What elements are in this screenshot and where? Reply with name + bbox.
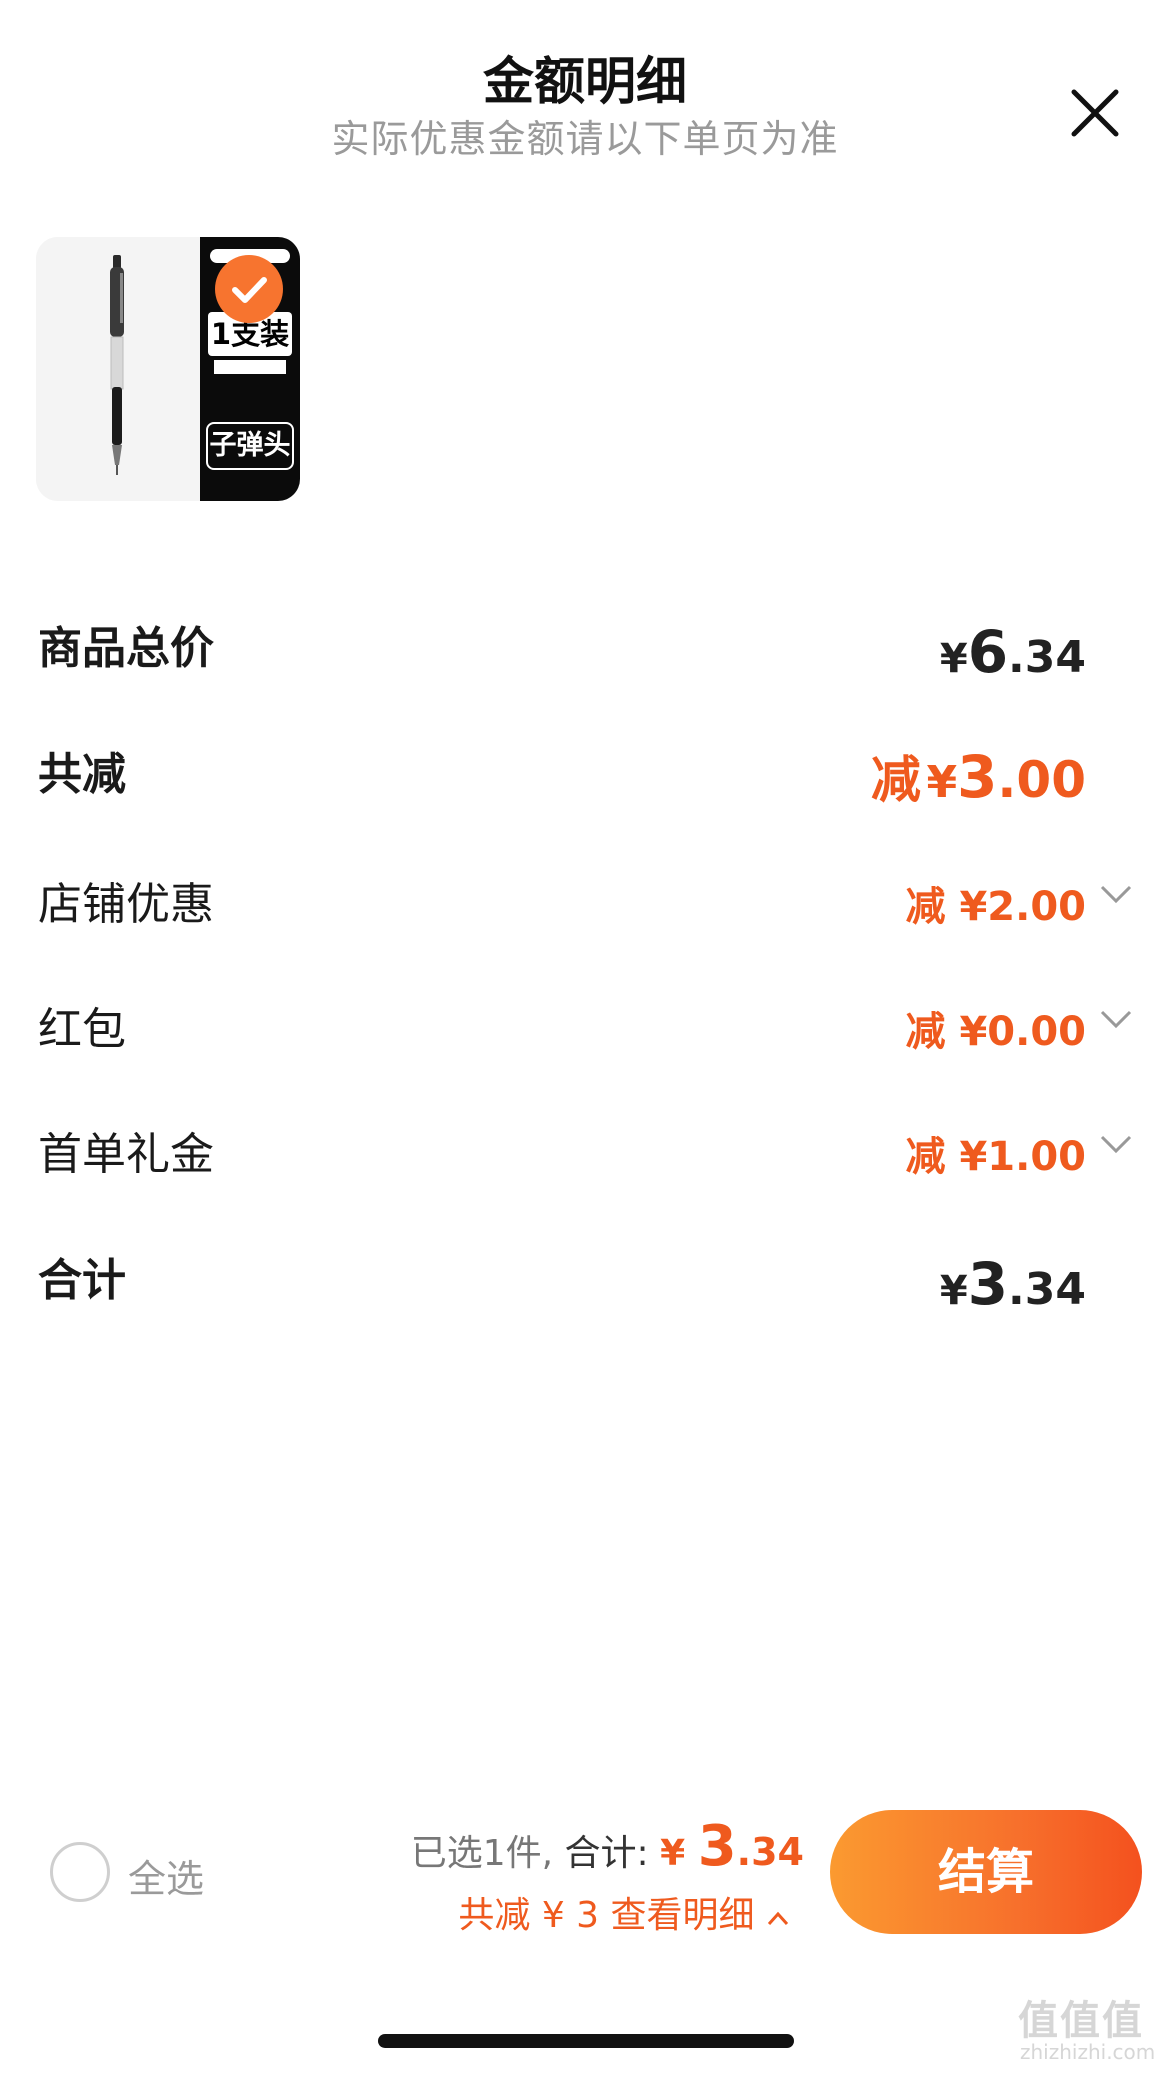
home-indicator[interactable] [378, 2034, 794, 2048]
discount-item-label: 首单礼金 [38, 1129, 214, 1180]
discount-item-first-order[interactable]: 首单礼金 减 ¥1.00 [0, 1118, 1170, 1188]
discount-item-label: 店铺优惠 [38, 879, 214, 930]
chevron-down-icon[interactable] [1100, 884, 1132, 904]
checkout-button[interactable]: 结算 [830, 1810, 1142, 1934]
total-discount-label: 共减 [38, 749, 126, 800]
subtotal-label: 商品总价 [38, 623, 214, 674]
selected-summary: 已选1件, 合计: ¥ 3.34 [411, 1814, 804, 1879]
total-label: 合计 [38, 1255, 126, 1306]
amount-detail-sheet: 金额明细 实际优惠金额请以下单页为准 1支装 子弹头 商品总价 ¥6.34 共减… [0, 0, 1170, 2074]
chevron-up-icon [766, 1895, 790, 1936]
selected-count-text: 已选1件, [410, 1833, 554, 1874]
subtotal-value: ¥6.34 [939, 618, 1086, 686]
subtotal-row: 商品总价 ¥6.34 [0, 612, 1170, 686]
discount-item-value: 减 ¥1.00 [905, 1134, 1086, 1180]
view-detail-link[interactable]: 共减 ¥ 3 查看明细 [458, 1886, 790, 1938]
chevron-down-icon[interactable] [1100, 1009, 1132, 1029]
discount-item-store[interactable]: 店铺优惠 减 ¥2.00 [0, 868, 1170, 938]
select-all-label[interactable]: 全选 [128, 1848, 204, 1903]
view-detail-label: 查看明细 [610, 1895, 755, 1936]
bottom-total-amount: ¥ 3.34 [660, 1814, 804, 1879]
watermark-site: zhizhizhi.com [1020, 2040, 1156, 2064]
watermark-logo: 值值值 [1018, 1998, 1144, 2044]
total-discount-value: 减 ¥3.00 [870, 743, 1086, 811]
checkout-bar: 全选 已选1件, 合计: ¥ 3.34 共减 ¥ 3 查看明细 结算 [0, 1800, 1170, 1950]
discount-item-red-packet[interactable]: 红包 减 ¥0.00 [0, 993, 1170, 1063]
total-label: 合计: [564, 1833, 649, 1874]
sheet-subtitle: 实际优惠金额请以下单页为准 [331, 117, 839, 161]
total-value: ¥3.34 [939, 1250, 1086, 1318]
discount-item-value: 减 ¥2.00 [905, 884, 1086, 930]
select-all-checkbox[interactable] [50, 1842, 110, 1902]
check-icon[interactable] [215, 255, 283, 323]
chevron-down-icon[interactable] [1100, 1134, 1132, 1154]
bullet-tip-label: 子弹头 [206, 422, 294, 470]
discount-item-value: 减 ¥0.00 [905, 1009, 1086, 1055]
sheet-title: 金额明细 [482, 53, 687, 112]
total-discount-row: 共减 减 ¥3.00 [0, 738, 1170, 811]
pen-image [36, 237, 200, 501]
discount-summary-text: 共减 ¥ 3 [458, 1895, 600, 1936]
total-row: 合计 ¥3.34 [0, 1244, 1170, 1318]
close-icon[interactable] [1064, 82, 1126, 144]
discount-item-label: 红包 [38, 1004, 126, 1055]
